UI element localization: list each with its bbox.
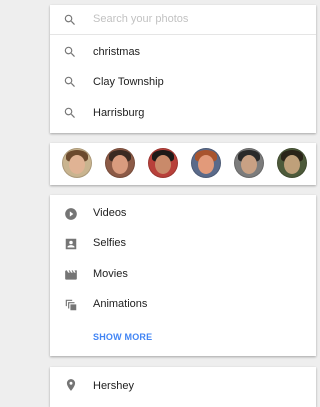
place-label: Hershey — [93, 380, 134, 392]
avatar-face — [284, 155, 300, 174]
people-card — [50, 143, 316, 185]
type-label: Animations — [93, 298, 148, 310]
place-item-hershey[interactable]: Hershey — [50, 367, 316, 397]
type-item-animations[interactable]: Animations — [50, 290, 316, 320]
suggestion-label: Clay Township — [93, 76, 164, 88]
search-icon — [64, 14, 75, 25]
type-label: Videos — [93, 207, 127, 219]
avatar[interactable] — [234, 148, 264, 178]
search-icon — [64, 46, 75, 57]
type-label: Selfies — [93, 237, 127, 249]
search-input[interactable] — [93, 5, 303, 33]
portrait-icon — [65, 238, 77, 250]
suggestion-item[interactable]: christmas — [50, 37, 316, 67]
suggestion-item[interactable]: Harrisburg — [50, 98, 316, 128]
places-card: Hershey — [50, 367, 316, 407]
avatar-face — [112, 155, 128, 174]
avatar-face — [198, 155, 214, 174]
show-more-button[interactable]: SHOW MORE — [93, 332, 152, 342]
avatar[interactable] — [277, 148, 307, 178]
movie-icon — [65, 270, 77, 280]
suggestion-item[interactable]: Clay Township — [50, 67, 316, 97]
place-icon — [66, 379, 76, 391]
type-item-selfies[interactable]: Selfies — [50, 229, 316, 259]
suggestion-label: christmas — [93, 46, 141, 58]
suggestion-label: Harrisburg — [93, 107, 145, 119]
search-icon — [64, 76, 75, 87]
avatar[interactable] — [105, 148, 135, 178]
type-label: Movies — [93, 268, 128, 280]
play-circle-icon — [65, 208, 77, 220]
avatar-face — [69, 155, 85, 174]
types-card: Videos Selfies Movies Animations SHOW MO… — [50, 195, 316, 356]
type-item-videos[interactable]: Videos — [50, 199, 316, 229]
avatar-face — [155, 155, 171, 174]
search-icon — [64, 107, 75, 118]
search-bar[interactable] — [50, 5, 316, 35]
avatar-face — [241, 155, 257, 174]
type-item-movies[interactable]: Movies — [50, 260, 316, 290]
search-divider — [50, 34, 316, 35]
avatar[interactable] — [148, 148, 178, 178]
search-card: christmas Clay Township Harrisburg — [50, 5, 316, 133]
people-list — [62, 148, 307, 178]
animation-icon — [65, 299, 77, 311]
avatar[interactable] — [191, 148, 221, 178]
avatar[interactable] — [62, 148, 92, 178]
